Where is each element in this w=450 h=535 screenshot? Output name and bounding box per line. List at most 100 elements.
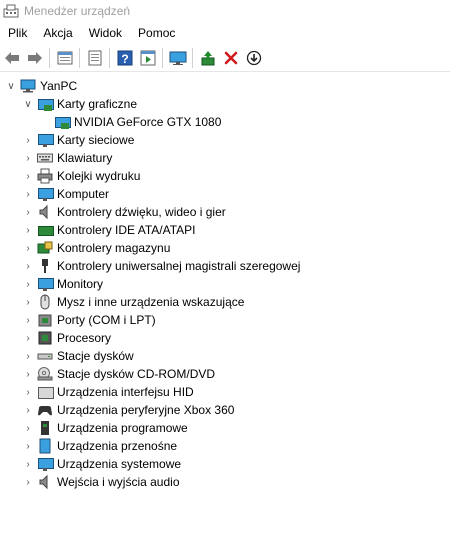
keyboard-icon [37, 150, 53, 166]
list-view-icon[interactable] [84, 47, 106, 69]
collapse-chevron-icon[interactable]: ∨ [22, 95, 34, 113]
menu-help[interactable]: Pomoc [130, 23, 183, 43]
expand-chevron-icon[interactable]: › [22, 401, 34, 419]
tree-category-storage-controllers[interactable]: › Kontrolery magazynu [0, 239, 450, 257]
tree-category-hid[interactable]: › Urządzenia interfejsu HID [0, 383, 450, 401]
tree-category-keyboards[interactable]: › Klawiatury [0, 149, 450, 167]
tree-category-print-queues[interactable]: › Kolejki wydruku [0, 167, 450, 185]
software-device-icon [37, 420, 53, 436]
computer-icon [37, 186, 54, 202]
tree-category-label: Urządzenia programowe [57, 421, 188, 435]
ide-controller-icon [37, 222, 54, 238]
expand-chevron-icon[interactable]: › [22, 257, 34, 275]
update-driver-icon[interactable] [197, 47, 219, 69]
tree-category-label: Stacje dysków [57, 349, 134, 363]
properties-view-icon[interactable] [54, 47, 76, 69]
toolbar-separator [162, 48, 163, 68]
tree-category-processors[interactable]: › Procesory [0, 329, 450, 347]
tree-category-monitors[interactable]: › Monitory [0, 275, 450, 293]
storage-controller-icon [37, 240, 53, 256]
expand-chevron-icon[interactable]: › [22, 437, 34, 455]
tree-category-xbox360[interactable]: › Urządzenia peryferyjne Xbox 360 [0, 401, 450, 419]
expand-chevron-icon[interactable]: › [22, 311, 34, 329]
run-icon[interactable] [137, 47, 159, 69]
tree-device-label: NVIDIA GeForce GTX 1080 [74, 115, 222, 129]
speaker-icon [37, 204, 53, 220]
menu-action[interactable]: Akcja [35, 23, 80, 43]
expand-chevron-icon[interactable]: › [22, 185, 34, 203]
device-manager-app-icon [3, 3, 19, 19]
toolbar: ? [0, 45, 450, 72]
disable-device-icon[interactable] [243, 47, 265, 69]
portable-device-icon [37, 438, 53, 454]
title-bar: Menedżer urządzeń [0, 0, 450, 22]
menu-view[interactable]: Widok [81, 23, 130, 43]
expand-chevron-icon[interactable]: › [22, 131, 34, 149]
gamepad-icon [37, 402, 53, 418]
expand-chevron-icon[interactable]: › [22, 239, 34, 257]
port-icon [37, 312, 53, 328]
tree-category-sound-controllers[interactable]: › Kontrolery dźwięku, wideo i gier [0, 203, 450, 221]
tree-category-label: Stacje dysków CD-ROM/DVD [57, 367, 216, 381]
monitor-icon [37, 276, 54, 292]
expand-chevron-icon[interactable]: › [22, 203, 34, 221]
help-icon[interactable]: ? [114, 47, 136, 69]
tree-category-software-devices[interactable]: › Urządzenia programowe [0, 419, 450, 437]
system-device-icon [37, 456, 54, 472]
tree-root-node[interactable]: ∨ YanPC [0, 77, 450, 95]
tree-category-label: Komputer [57, 187, 110, 201]
tree-root-label: YanPC [40, 79, 78, 93]
tree-category-label: Karty graficzne [57, 97, 138, 111]
expand-chevron-icon[interactable]: › [22, 347, 34, 365]
tree-category-label: Porty (COM i LPT) [57, 313, 156, 327]
processor-icon [37, 330, 53, 346]
display-adapter-icon [54, 114, 71, 130]
uninstall-icon[interactable] [220, 47, 242, 69]
tree-category-label: Urządzenia systemowe [57, 457, 182, 471]
tree-category-label: Monitory [57, 277, 104, 291]
expand-chevron-icon[interactable]: › [22, 383, 34, 401]
menu-file[interactable]: Plik [0, 23, 35, 43]
tree-category-label: Karty sieciowe [57, 133, 135, 147]
computer-icon [20, 78, 36, 94]
usb-icon [37, 258, 53, 274]
tree-category-ide-controllers[interactable]: › Kontrolery IDE ATA/ATAPI [0, 221, 450, 239]
expand-chevron-icon[interactable]: › [22, 221, 34, 239]
toolbar-separator [49, 48, 50, 68]
expand-chevron-icon[interactable]: › [22, 365, 34, 383]
expand-chevron-icon[interactable]: › [22, 275, 34, 293]
network-adapter-icon [37, 132, 54, 148]
tree-device-nvidia-gtx-1080[interactable]: NVIDIA GeForce GTX 1080 [0, 113, 450, 131]
tree-category-label: Kontrolery IDE ATA/ATAPI [57, 223, 196, 237]
tree-category-system-devices[interactable]: › Urządzenia systemowe [0, 455, 450, 473]
tree-category-display-adapters[interactable]: ∨ Karty graficzne [0, 95, 450, 113]
tree-category-computer[interactable]: › Komputer [0, 185, 450, 203]
tree-category-label: Wejścia i wyjścia audio [57, 475, 180, 489]
monitor-scan-icon[interactable] [167, 47, 189, 69]
expand-chevron-icon[interactable]: › [22, 473, 34, 491]
tree-category-label: Kontrolery magazynu [57, 241, 171, 255]
tree-category-audio-io[interactable]: › Wejścia i wyjścia audio [0, 473, 450, 491]
toolbar-separator [109, 48, 110, 68]
window-title: Menedżer urządzeń [24, 4, 131, 18]
audio-io-icon [37, 474, 53, 490]
expand-chevron-icon[interactable]: › [22, 149, 34, 167]
expand-chevron-icon[interactable]: › [22, 419, 34, 437]
tree-category-label: Urządzenia peryferyjne Xbox 360 [57, 403, 235, 417]
tree-category-mice[interactable]: › Mysz i inne urządzenia wskazujące [0, 293, 450, 311]
display-adapter-icon [37, 96, 54, 112]
tree-category-cdrom-dvd[interactable]: › Stacje dysków CD-ROM/DVD [0, 365, 450, 383]
expand-chevron-icon[interactable]: › [22, 329, 34, 347]
tree-category-disk-drives[interactable]: › Stacje dysków [0, 347, 450, 365]
expand-chevron-icon[interactable]: › [22, 455, 34, 473]
back-icon[interactable] [1, 47, 23, 69]
forward-icon[interactable] [24, 47, 46, 69]
tree-category-network-adapters[interactable]: › Karty sieciowe [0, 131, 450, 149]
expand-chevron-icon[interactable]: › [22, 167, 34, 185]
collapse-chevron-icon[interactable]: ∨ [5, 77, 17, 95]
tree-category-label: Procesory [57, 331, 112, 345]
expand-chevron-icon[interactable]: › [22, 293, 34, 311]
tree-category-portable-devices[interactable]: › Urządzenia przenośne [0, 437, 450, 455]
tree-category-ports[interactable]: › Porty (COM i LPT) [0, 311, 450, 329]
tree-category-usb-controllers[interactable]: › Kontrolery uniwersalnej magistrali sze… [0, 257, 450, 275]
